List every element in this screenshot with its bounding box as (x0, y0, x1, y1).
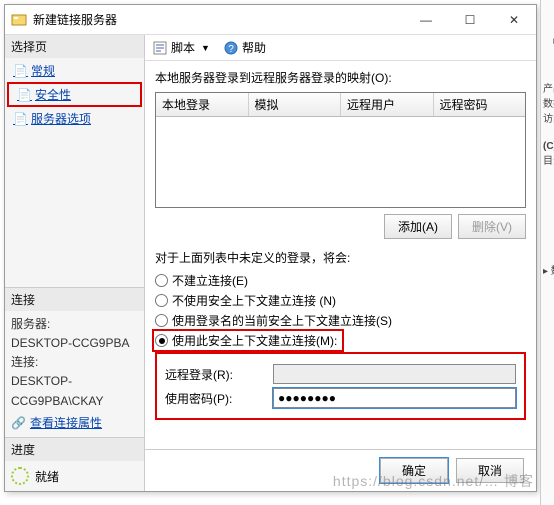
conn-icon: 🔗 (11, 414, 26, 433)
help-icon: ? (224, 41, 238, 55)
conn-value: DESKTOP-CCG9PBA\CKAY (11, 372, 138, 410)
login-mapping-grid[interactable]: 本地登录 模拟 远程用户 远程密码 (155, 92, 526, 208)
server-label: 服务器: (11, 315, 138, 334)
opt-this-security[interactable]: 使用此安全上下文建立连接(M): (155, 332, 341, 349)
conn-label: 连接: (11, 353, 138, 372)
background-strip: ▸ 无间 产品名 数据源 访问接 (C) 目录 ▸ 数据 (540, 0, 554, 505)
page-icon: 📄 (13, 64, 27, 78)
help-button[interactable]: ? 帮助 (224, 39, 266, 56)
close-button[interactable]: ✕ (492, 6, 536, 34)
grid-header: 本地登录 模拟 远程用户 远程密码 (156, 93, 525, 117)
dialog-window: 新建链接服务器 — ☐ ✕ 选择页 📄 常规 📄 (4, 4, 537, 492)
script-icon (153, 41, 167, 55)
nav-highlight: 📄 安全性 (7, 82, 142, 107)
opt-no-connect[interactable]: 不建立连接(E) (155, 272, 526, 289)
left-pane: 选择页 📄 常规 📄 安全性 📄 服务器选项 (5, 35, 145, 491)
radio-icon (155, 314, 168, 327)
nav-label: 常规 (31, 62, 55, 79)
opt-no-security[interactable]: 不使用安全上下文建立连接 (N) (155, 292, 526, 309)
add-button[interactable]: 添加(A) (384, 214, 452, 239)
window-title: 新建链接服务器 (33, 11, 404, 28)
app-icon (11, 12, 27, 28)
nav-item-security[interactable]: 📄 安全性 (9, 84, 140, 105)
progress-spinner-icon (11, 467, 29, 485)
opt-label: 不使用安全上下文建立连接 (N) (172, 292, 336, 309)
col-impersonate: 模拟 (249, 93, 342, 116)
cancel-button[interactable]: 取消 (456, 458, 524, 483)
opt-label: 使用登录名的当前安全上下文建立连接(S) (172, 312, 392, 329)
chevron-down-icon: ▼ (201, 43, 210, 53)
radio-icon (155, 274, 168, 287)
toolbar: 脚本 ▼ ? 帮助 (145, 35, 536, 61)
help-label: 帮助 (242, 39, 266, 56)
remote-password-label: 使用密码(P): (165, 390, 265, 407)
col-remote-user: 远程用户 (341, 93, 434, 116)
col-remote-pwd: 远程密码 (434, 93, 526, 116)
nav-item-server-options[interactable]: 📄 服务器选项 (5, 108, 144, 129)
bg-labels: 产品名 数据源 访问接 (C) 目录 ▸ 数据 (543, 82, 554, 279)
right-pane: 脚本 ▼ ? 帮助 本地服务器登录到远程服务器登录的映射(O): 本地登 (145, 35, 536, 491)
page-nav: 📄 常规 📄 安全性 📄 服务器选项 (5, 58, 144, 131)
page-icon: 📄 (13, 112, 27, 126)
view-conn-props-link[interactable]: 查看连接属性 (30, 414, 102, 433)
nav-label: 安全性 (35, 86, 71, 103)
select-page-header: 选择页 (5, 35, 144, 58)
connection-info: 服务器: DESKTOP-CCG9PBA 连接: DESKTOP-CCG9PBA… (5, 311, 144, 437)
ok-button[interactable]: 确定 (380, 458, 448, 483)
progress-header: 进度 (5, 438, 144, 461)
nav-label: 服务器选项 (31, 110, 91, 127)
minimize-button[interactable]: — (404, 6, 448, 34)
server-value: DESKTOP-CCG9PBA (11, 334, 138, 353)
radio-icon (155, 334, 168, 347)
undefined-login-note: 对于上面列表中未定义的登录，将会: (155, 249, 526, 266)
remote-password-input[interactable] (273, 388, 516, 408)
page-icon: 📄 (17, 88, 31, 102)
nav-item-general[interactable]: 📄 常规 (5, 60, 144, 81)
col-local-login: 本地登录 (156, 93, 249, 116)
svg-text:?: ? (228, 44, 234, 55)
connection-header: 连接 (5, 288, 144, 311)
titlebar: 新建链接服务器 — ☐ ✕ (5, 5, 536, 35)
credentials-box: 远程登录(R): 使用密码(P): (155, 352, 526, 420)
radio-icon (155, 294, 168, 307)
dialog-footer: 确定 取消 (145, 449, 536, 491)
remote-login-label: 远程登录(R): (165, 366, 265, 383)
opt-label: 使用此安全上下文建立连接(M): (172, 332, 337, 349)
remote-login-input[interactable] (273, 364, 516, 384)
opt-current-security[interactable]: 使用登录名的当前安全上下文建立连接(S) (155, 312, 526, 329)
maximize-button[interactable]: ☐ (448, 6, 492, 34)
mapping-label: 本地服务器登录到远程服务器登录的映射(O): (155, 69, 526, 86)
opt-label: 不建立连接(E) (172, 272, 248, 289)
remove-button: 删除(V) (458, 214, 526, 239)
script-label: 脚本 (171, 39, 195, 56)
script-button[interactable]: 脚本 ▼ (153, 39, 210, 56)
progress-state: 就绪 (35, 468, 59, 485)
